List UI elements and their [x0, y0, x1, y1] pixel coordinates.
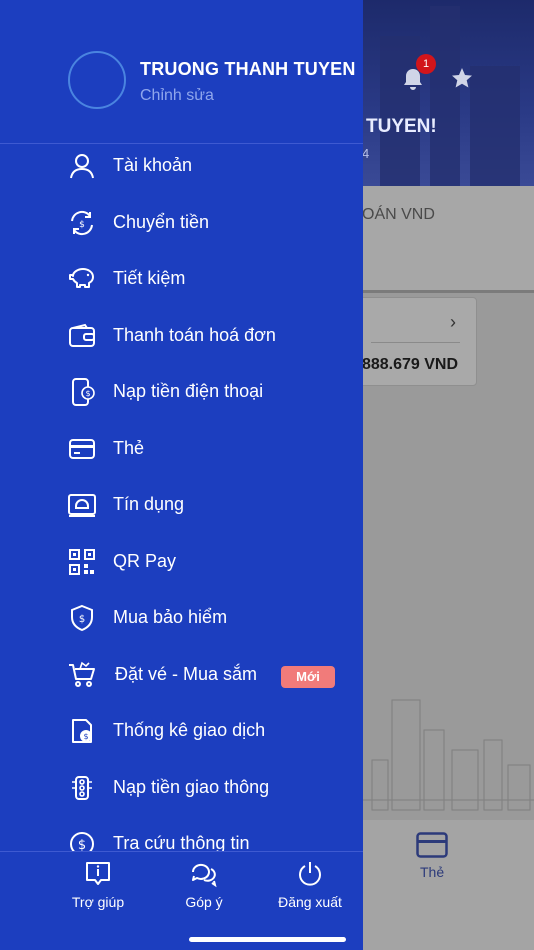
- shield-icon: $: [68, 604, 96, 632]
- new-badge: Mới: [281, 666, 335, 688]
- building-silhouette: [380, 36, 420, 186]
- card-icon[interactable]: [416, 832, 448, 858]
- balance-amount: 888.679 VND: [361, 356, 458, 373]
- menu-item-transaction-statement[interactable]: $ Thống kê giao dịch: [0, 703, 363, 759]
- feedback-label: Góp ý: [185, 894, 223, 910]
- menu-item-label: QR Pay: [113, 551, 177, 571]
- menu-item-card[interactable]: Thẻ: [0, 421, 363, 477]
- info-icon: [84, 860, 112, 888]
- feedback-button[interactable]: Góp ý: [154, 860, 254, 910]
- navigation-drawer: TRUONG THANH TUYEN Chỉnh sửa Tài khoản $…: [0, 0, 363, 950]
- cart-icon: [68, 661, 96, 689]
- menu-item-phone-topup[interactable]: $ Nạp tiền điện thoại: [0, 364, 363, 420]
- city-illustration: [362, 699, 534, 811]
- svg-text:$: $: [85, 389, 90, 398]
- menu-item-insurance[interactable]: $ Mua bảo hiểm: [0, 590, 363, 646]
- traffic-icon: [68, 774, 96, 802]
- drawer-footer: Trợ giúp Góp ý Đăng xuất: [0, 851, 363, 950]
- chevron-right-icon: ›: [450, 312, 456, 332]
- menu-item-label: Mua bảo hiểm: [113, 607, 228, 627]
- notification-badge: 1: [416, 54, 436, 74]
- menu-item-label: Tài khoản: [113, 155, 193, 175]
- user-icon: [68, 152, 96, 180]
- svg-text:$: $: [79, 220, 85, 230]
- account-tab[interactable]: OÁN VND: [362, 206, 435, 224]
- greeting-subtext: 4: [362, 146, 370, 161]
- logout-button[interactable]: Đăng xuất: [260, 860, 360, 910]
- menu-item-savings[interactable]: Tiết kiệm: [0, 251, 363, 307]
- menu-item-label: Đặt vé - Mua sắm: [115, 664, 258, 684]
- piggy-bank-icon: [68, 265, 96, 293]
- phone-topup-icon: $: [68, 378, 96, 406]
- menu-item-label: Nạp tiền giao thông: [113, 777, 270, 797]
- menu-item-label: Thanh toán hoá đơn: [113, 325, 276, 345]
- chat-bubbles-icon: [190, 860, 218, 888]
- menu-item-traffic-topup[interactable]: Nạp tiền giao thông: [0, 760, 363, 816]
- menu-item-label: Chuyển tiền: [113, 212, 210, 232]
- building-silhouette: [470, 66, 520, 186]
- menu-item-label: Thống kê giao dịch: [113, 720, 266, 740]
- menu-item-qr-pay[interactable]: QR Pay: [0, 534, 363, 590]
- card-icon: [68, 435, 96, 463]
- menu-item-transfer[interactable]: $ Chuyển tiền: [0, 195, 363, 251]
- background-bottom-bar: Thẻ: [362, 820, 534, 950]
- svg-text:$: $: [83, 732, 88, 741]
- logout-label: Đăng xuất: [278, 894, 342, 910]
- greeting-text: TUYEN!: [366, 116, 437, 137]
- menu-item-label: Nạp tiền điện thoại: [113, 381, 264, 401]
- profile-name: TRUONG THANH TUYEN: [140, 59, 356, 79]
- help-button[interactable]: Trợ giúp: [48, 860, 148, 910]
- bottom-tab-label: Thẻ: [420, 864, 445, 880]
- menu-item-account[interactable]: Tài khoản: [0, 138, 363, 194]
- credit-icon: [68, 491, 96, 519]
- building-silhouette: [430, 6, 460, 186]
- statement-icon: $: [68, 717, 96, 745]
- help-label: Trợ giúp: [71, 894, 125, 910]
- star-icon[interactable]: [450, 66, 474, 90]
- svg-text:$: $: [79, 614, 85, 625]
- menu-item-label: Tiết kiệm: [113, 268, 186, 288]
- menu-item-label: Tín dụng: [113, 494, 185, 514]
- menu-item-booking-shopping[interactable]: Đặt vé - Mua sắm Mới: [0, 647, 363, 703]
- power-icon: [296, 860, 324, 888]
- menu-item-bill-payment[interactable]: Thanh toán hoá đơn: [0, 308, 363, 364]
- edit-profile-link[interactable]: Chỉnh sửa: [140, 87, 214, 105]
- menu-item-label: Thẻ: [113, 438, 145, 458]
- avatar[interactable]: [68, 51, 126, 109]
- home-indicator[interactable]: [189, 937, 346, 942]
- profile-header: TRUONG THANH TUYEN Chỉnh sửa: [0, 0, 363, 144]
- transfer-icon: $: [68, 209, 96, 237]
- tab-indicator: [362, 290, 534, 293]
- menu-item-credit[interactable]: Tín dụng: [0, 477, 363, 533]
- qr-icon: [68, 548, 96, 576]
- card-divider: [371, 342, 460, 343]
- wallet-icon: [68, 322, 96, 350]
